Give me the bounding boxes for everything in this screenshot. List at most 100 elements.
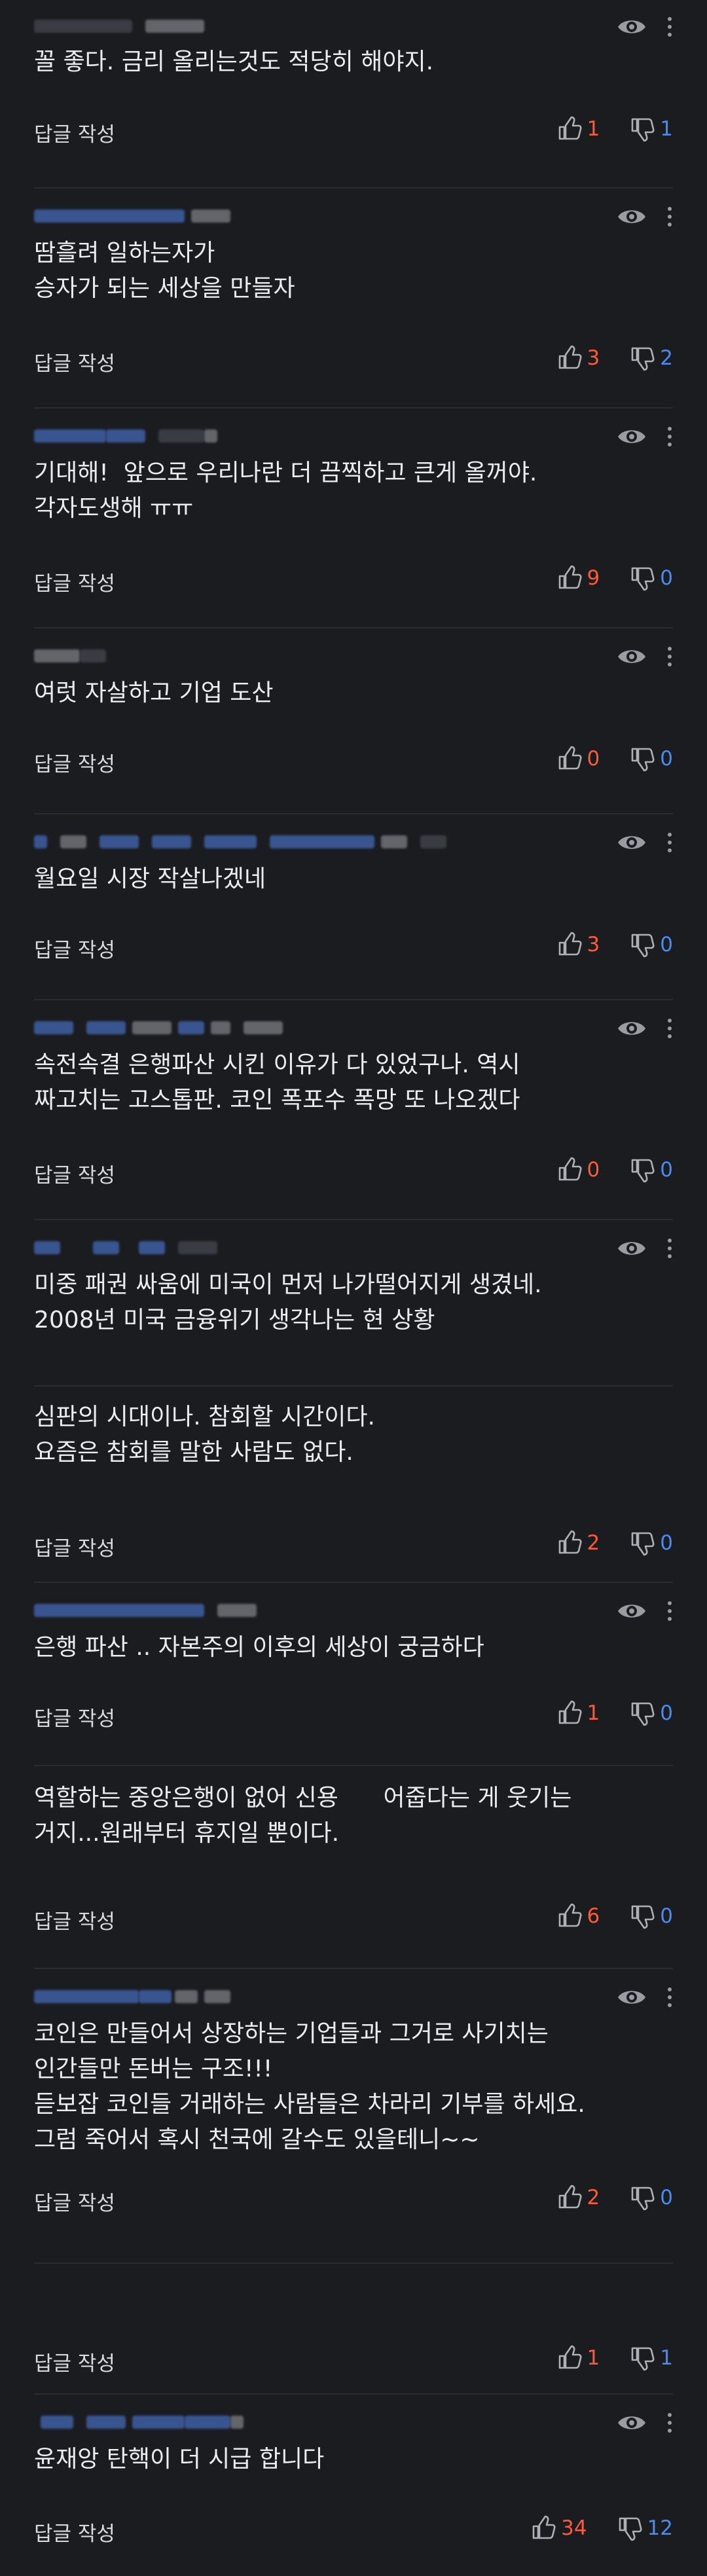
comment-author-blurred xyxy=(34,644,427,668)
like-button[interactable]: 1 xyxy=(556,1699,600,1727)
more-options-icon[interactable] xyxy=(666,1601,673,1622)
reply-button[interactable]: 답글 작성 xyxy=(34,567,115,596)
eye-icon[interactable] xyxy=(617,16,647,38)
like-button[interactable]: 2 xyxy=(556,2184,600,2211)
eye-icon[interactable] xyxy=(617,1017,647,1040)
reply-button[interactable]: 답글 작성 xyxy=(34,1905,115,1934)
dislike-count: 0 xyxy=(660,1904,673,1928)
dislike-button[interactable]: 1 xyxy=(628,2344,673,2372)
author-blur xyxy=(34,1604,204,1617)
comment-divider xyxy=(34,1219,673,1220)
reply-button[interactable]: 답글 작성 xyxy=(34,118,115,147)
more-options-icon[interactable] xyxy=(666,427,673,448)
author-blur xyxy=(34,1990,139,2003)
thumbs-up-icon xyxy=(558,116,582,140)
thumbs-up-icon xyxy=(532,2515,556,2539)
thumbs-down-icon xyxy=(631,2347,655,2371)
dislike-button[interactable]: 0 xyxy=(628,745,673,772)
reply-button[interactable]: 답글 작성 xyxy=(34,347,115,376)
like-button[interactable]: 0 xyxy=(556,745,600,772)
more-options-icon[interactable] xyxy=(666,647,673,668)
author-blur xyxy=(34,20,132,33)
dislike-button[interactable]: 12 xyxy=(616,2514,673,2542)
eye-icon[interactable] xyxy=(617,206,647,228)
author-blur xyxy=(191,209,230,223)
dislike-button[interactable]: 0 xyxy=(628,564,673,592)
comment-text: 속전속결 은행파산 시킨 이유가 다 있었구나. 역시 짜고치는 고스톱판. 코… xyxy=(34,1051,520,1114)
dislike-count: 12 xyxy=(647,2516,673,2540)
vote-controls: 11 xyxy=(527,114,673,144)
dislike-count: 1 xyxy=(660,2346,673,2370)
reply-button[interactable]: 답글 작성 xyxy=(34,748,115,777)
dislike-button[interactable]: 0 xyxy=(628,1902,673,1930)
like-button[interactable]: 1 xyxy=(556,115,600,143)
comment-author-blurred xyxy=(34,2410,427,2434)
dislike-button[interactable]: 0 xyxy=(628,1529,673,1557)
eye-icon[interactable] xyxy=(617,1986,647,2008)
author-blur xyxy=(34,209,185,223)
author-blur xyxy=(34,835,47,848)
dislike-button[interactable]: 0 xyxy=(628,2184,673,2211)
dislike-button[interactable]: 0 xyxy=(628,1699,673,1727)
thumbs-down-icon xyxy=(631,2186,655,2211)
comment-divider xyxy=(34,1582,673,1583)
author-blur xyxy=(204,835,257,848)
vote-controls: 00 xyxy=(527,1155,673,1185)
reply-button[interactable]: 답글 작성 xyxy=(34,1159,115,1188)
thumbs-down-icon xyxy=(631,118,655,142)
more-options-icon[interactable] xyxy=(666,1987,673,2008)
author-blur xyxy=(230,2416,244,2429)
comment-author-blurred xyxy=(34,1599,427,1622)
reply-button[interactable]: 답글 작성 xyxy=(34,2186,115,2216)
author-blur xyxy=(381,835,407,848)
thumbs-down-icon xyxy=(631,1532,655,1556)
more-options-icon[interactable] xyxy=(666,833,673,854)
like-count: 6 xyxy=(587,1904,600,1928)
more-options-icon[interactable] xyxy=(666,17,673,38)
dislike-count: 0 xyxy=(660,747,673,771)
comment-author-blurred xyxy=(34,1016,427,1040)
comment-author-blurred xyxy=(34,1985,427,2008)
eye-icon[interactable] xyxy=(617,831,647,854)
author-blur xyxy=(211,1021,230,1034)
comment-author-blurred xyxy=(34,204,427,228)
like-button[interactable]: 34 xyxy=(530,2514,587,2542)
comment-author-blurred xyxy=(34,1236,427,1260)
dislike-count: 0 xyxy=(660,2186,673,2209)
author-blur xyxy=(93,1241,119,1254)
more-options-icon[interactable] xyxy=(666,1239,673,1260)
comment-divider xyxy=(34,1385,673,1387)
like-button[interactable]: 2 xyxy=(556,1529,600,1557)
eye-icon[interactable] xyxy=(617,1600,647,1622)
like-button[interactable]: 1 xyxy=(556,2344,600,2372)
like-button[interactable]: 3 xyxy=(556,931,600,958)
like-count: 2 xyxy=(587,1531,600,1555)
like-button[interactable]: 0 xyxy=(556,1156,600,1184)
author-blur xyxy=(145,20,204,33)
vote-controls: 10 xyxy=(527,1698,673,1728)
dislike-button[interactable]: 0 xyxy=(628,931,673,958)
eye-icon[interactable] xyxy=(617,426,647,448)
dislike-button[interactable]: 1 xyxy=(628,115,673,143)
author-blur xyxy=(132,1021,172,1034)
reply-button[interactable]: 답글 작성 xyxy=(34,1702,115,1732)
author-blur xyxy=(60,835,86,848)
comment-divider xyxy=(34,627,673,628)
dislike-button[interactable]: 0 xyxy=(628,1156,673,1184)
reply-button[interactable]: 답글 작성 xyxy=(34,934,115,963)
like-button[interactable]: 3 xyxy=(556,344,600,372)
like-count: 1 xyxy=(587,2346,600,2370)
reply-button[interactable]: 답글 작성 xyxy=(34,1532,115,1561)
like-button[interactable]: 6 xyxy=(556,1902,600,1930)
more-options-icon[interactable] xyxy=(666,1019,673,1040)
more-options-icon[interactable] xyxy=(666,207,673,228)
eye-icon[interactable] xyxy=(617,1237,647,1260)
more-options-icon[interactable] xyxy=(666,2413,673,2434)
like-button[interactable]: 9 xyxy=(556,564,600,592)
eye-icon[interactable] xyxy=(617,645,647,668)
dislike-button[interactable]: 2 xyxy=(628,344,673,372)
eye-icon[interactable] xyxy=(617,2412,647,2434)
author-blur xyxy=(158,429,204,443)
reply-button[interactable]: 답글 작성 xyxy=(34,2347,115,2376)
reply-button[interactable]: 답글 작성 xyxy=(34,2517,115,2547)
